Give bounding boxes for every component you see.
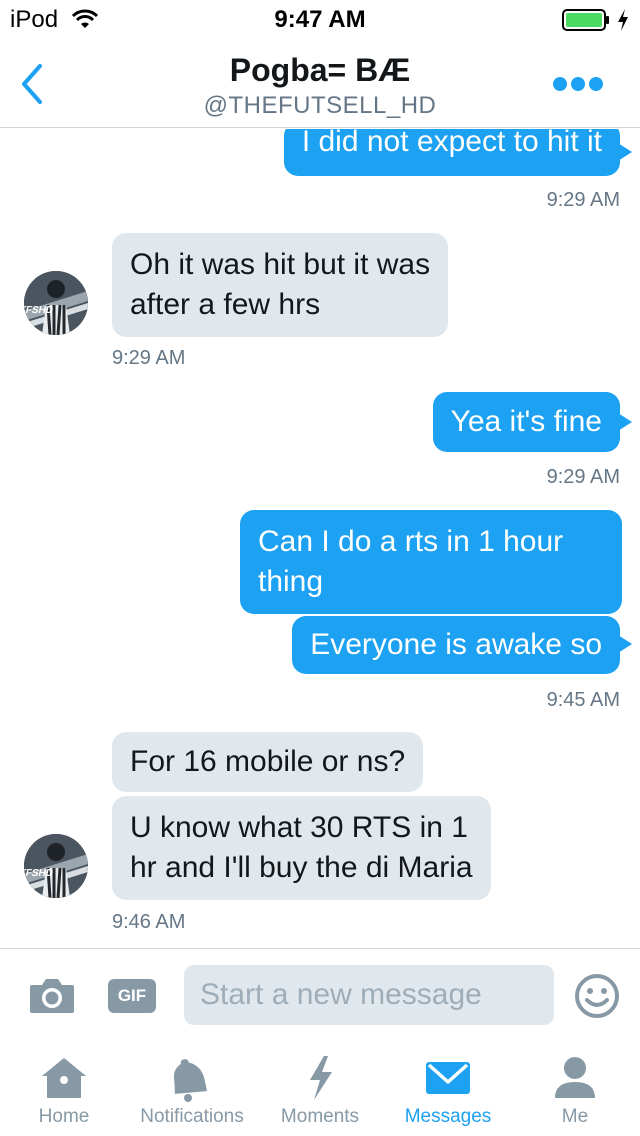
message-text-line: after a few hrs [130, 288, 321, 321]
avatar-image: TFSHD [24, 834, 88, 898]
envelope-icon [426, 1062, 470, 1094]
received-message-bubble[interactable]: U know what 30 RTS in 1 hr and I'll buy … [112, 796, 491, 900]
sent-message-bubble[interactable]: Can I do a rts in 1 hour thing [240, 510, 622, 614]
tab-label: Moments [280, 1106, 360, 1127]
avatar-image: TFSHD [24, 271, 88, 335]
conversation-header: Pogba= BÆ @THEFUTSELL_HD [0, 40, 640, 128]
more-options-icon[interactable] [552, 76, 604, 92]
status-time: 9:47 AM [274, 6, 366, 33]
avatar[interactable]: TFSHD [24, 834, 88, 898]
message-timestamp: 9:29 AM [546, 189, 620, 211]
message-thread[interactable]: I did not expect to hit it 9:29 AM TFSHD… [0, 129, 640, 948]
camera-icon[interactable] [28, 975, 76, 1015]
sent-message-bubble[interactable]: Yea it's fine [432, 392, 620, 452]
bell-icon [173, 1059, 208, 1102]
tab-notifications[interactable]: Notifications [126, 1040, 258, 1136]
received-message-bubble[interactable]: For 16 mobile or ns? [112, 732, 424, 792]
sent-message-bubble[interactable]: Everyone is awake so [292, 616, 620, 674]
message-text: Everyone is awake so [310, 628, 602, 661]
message-text: Yea it's fine [450, 405, 602, 438]
tab-moments[interactable]: Moments [270, 1040, 370, 1136]
tab-home[interactable]: Home [14, 1040, 114, 1136]
sent-message-bubble[interactable]: I did not expect to hit it [283, 129, 620, 176]
status-bar: iPod 9:47 AM [0, 0, 640, 40]
tab-label: Messages [404, 1106, 492, 1127]
avatar[interactable]: TFSHD [24, 271, 88, 335]
tab-me[interactable]: Me [530, 1040, 620, 1136]
bubble-tail [618, 143, 632, 161]
bubble-tail [618, 635, 632, 653]
bubble-tail [618, 413, 632, 431]
message-text: I did not expect to hit it [301, 129, 602, 158]
avatar-watermark-text: TFSHD [24, 305, 54, 316]
message-text-line: hr and I'll buy the di Maria [130, 851, 473, 884]
message-composer: GIF [0, 948, 640, 1040]
battery-icon [562, 9, 609, 31]
home-icon [42, 1058, 86, 1098]
tab-messages[interactable]: Messages [392, 1040, 504, 1136]
message-timestamp: 9:46 AM [112, 911, 186, 933]
message-text-line: thing [258, 565, 324, 598]
message-text-line: Can I do a rts in 1 hour [258, 525, 564, 558]
message-timestamp: 9:29 AM [546, 466, 620, 488]
person-icon [555, 1057, 595, 1098]
message-timestamp: 9:29 AM [112, 347, 186, 369]
tab-label: Notifications [140, 1106, 244, 1127]
gif-button[interactable]: GIF [108, 979, 156, 1013]
message-input[interactable] [184, 965, 554, 1025]
message-timestamp: 9:45 AM [546, 689, 620, 711]
conversation-handle: @THEFUTSELL_HD [203, 92, 437, 119]
received-message-bubble[interactable]: Oh it was hit but it was after a few hrs [112, 233, 449, 337]
lightning-icon [310, 1056, 332, 1100]
tab-bar: Home Notifications Moments Messages Me [0, 1040, 640, 1136]
tab-label: Me [561, 1106, 589, 1127]
conversation-name: Pogba= BÆ [229, 52, 411, 88]
emoji-icon[interactable] [574, 973, 620, 1019]
avatar-watermark-text: TFSHD [24, 868, 54, 879]
message-text-line: U know what 30 RTS in 1 [130, 811, 468, 844]
message-text: For 16 mobile or ns? [130, 745, 406, 778]
message-text-line: Oh it was hit but it was [130, 248, 431, 281]
tab-label: Home [38, 1106, 90, 1127]
charging-icon [618, 9, 628, 31]
